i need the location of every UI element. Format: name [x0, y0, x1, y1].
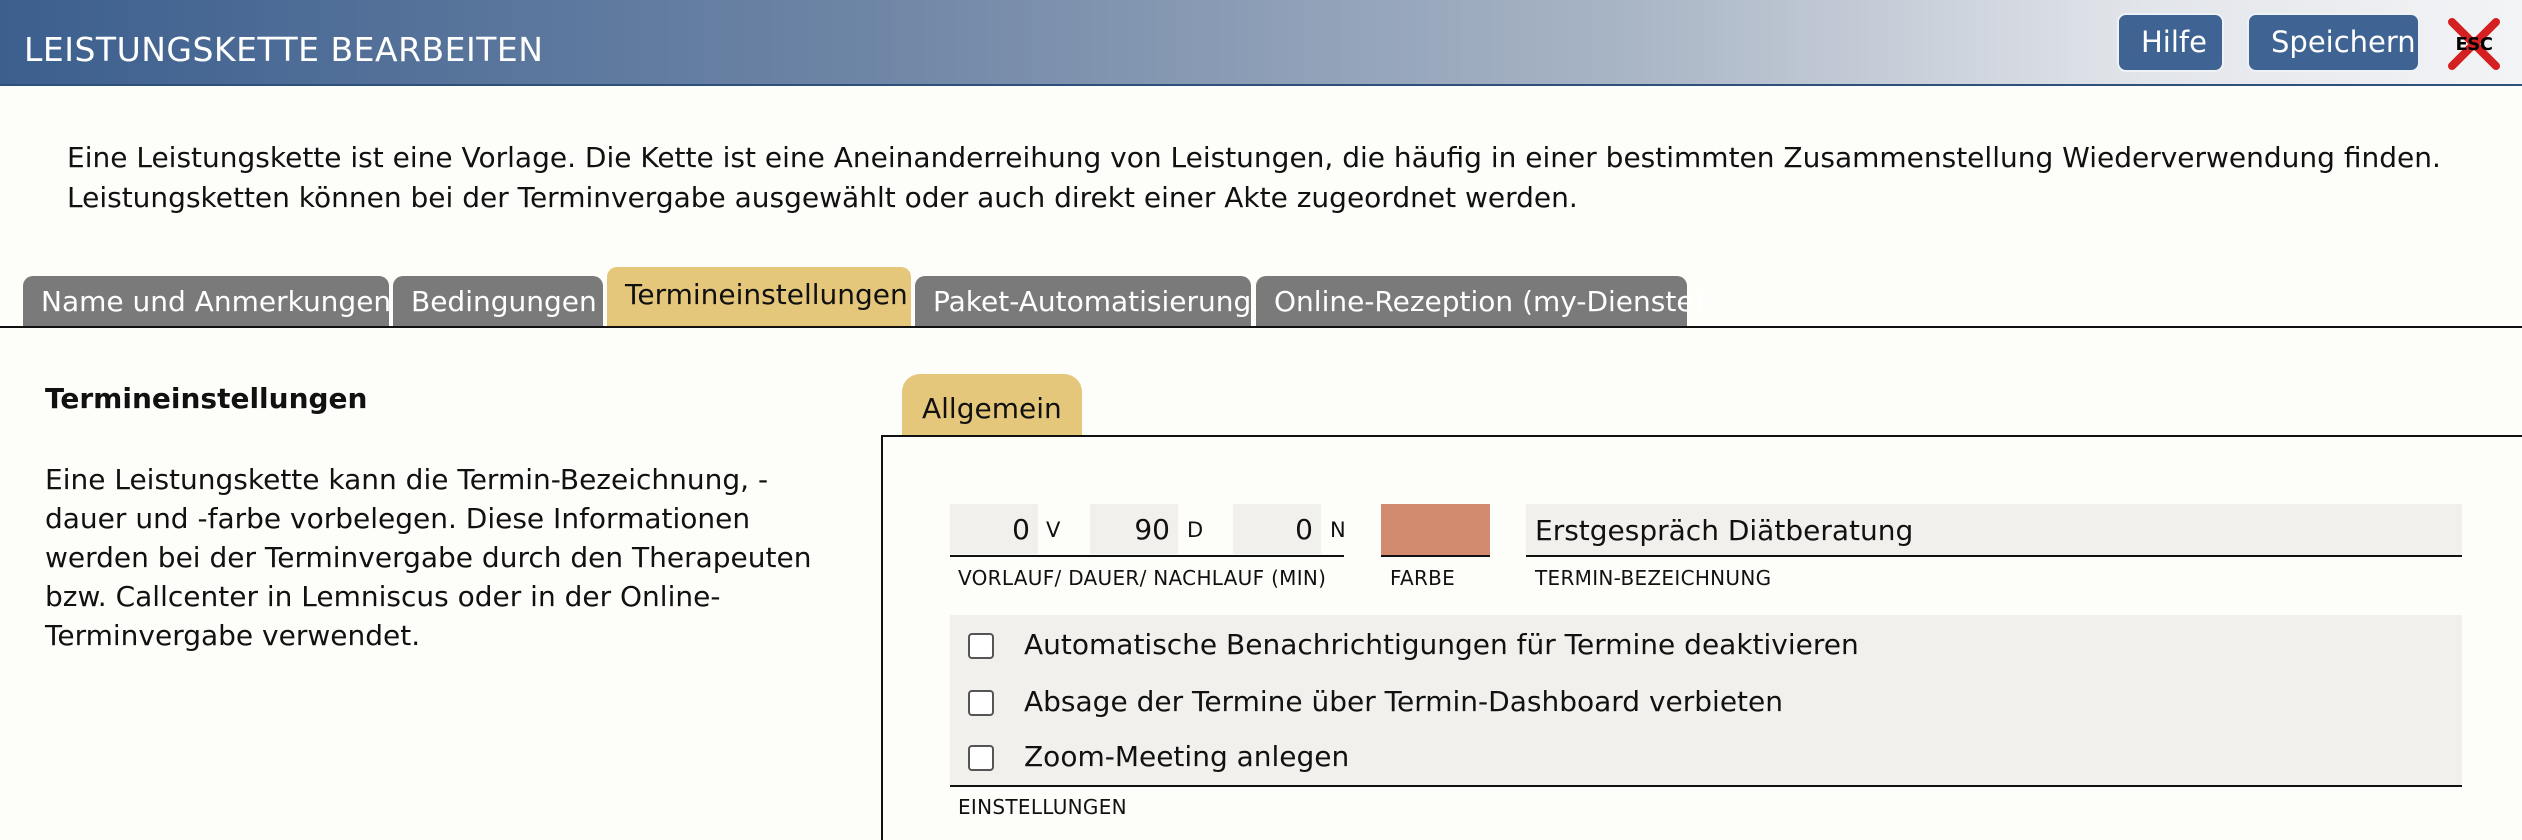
section-description: Eine Leistungskette kann die Termin-Beze… — [45, 463, 812, 652]
dauer-input[interactable]: 90 — [1090, 504, 1178, 554]
intro-text: Eine Leistungskette ist eine Vorlage. Di… — [67, 141, 2441, 214]
tab-termineinstellungen[interactable]: Termineinstellungen — [607, 267, 911, 327]
tabs-divider — [0, 326, 2522, 328]
settings-list: Automatische Benachrichtigungen für Term… — [950, 615, 2462, 785]
nachlauf-unit: N — [1330, 518, 1346, 542]
checkbox[interactable] — [968, 633, 994, 659]
timing-caption: VORLAUF/ DAUER/ NACHLAUF (MIN) — [958, 566, 1327, 590]
checkbox[interactable] — [968, 690, 994, 716]
termin-bezeichnung-input[interactable]: Erstgespräch Diätberatung — [1526, 504, 2462, 555]
timing-underline — [950, 555, 1344, 557]
dauer-unit: D — [1187, 518, 1204, 542]
tab-paket-automatisierung[interactable]: Paket-Automatisierung — [915, 276, 1251, 327]
setting-label: Automatische Benachrichtigungen für Term… — [1024, 628, 1859, 661]
help-button[interactable]: Hilfe — [2117, 13, 2224, 72]
termin-underline — [1526, 555, 2462, 557]
vorlauf-unit: V — [1046, 518, 1061, 542]
setting-label: Absage der Termine über Termin-Dashboard… — [1024, 685, 1784, 718]
vorlauf-input[interactable]: 0 — [950, 504, 1038, 554]
section-heading: Termineinstellungen — [45, 382, 368, 415]
color-underline — [1381, 555, 1490, 557]
save-button[interactable]: Speichern — [2247, 13, 2420, 72]
page-title: LEISTUNGSKETTE BEARBEITEN — [24, 30, 544, 69]
checkbox[interactable] — [968, 745, 994, 771]
settings-underline — [950, 785, 2462, 787]
tab-name-und-anmerkungen[interactable]: Name und Anmerkungen — [23, 276, 391, 327]
termin-caption: TERMIN-BEZEICHNUNG — [1535, 566, 1772, 590]
title-bar: LEISTUNGSKETTE BEARBEITEN Hilfe Speicher… — [0, 0, 2522, 86]
setting-label: Zoom-Meeting anlegen — [1024, 740, 1350, 773]
subtab-allgemein[interactable]: Allgemein — [902, 374, 1082, 436]
nachlauf-input[interactable]: 0 — [1233, 504, 1321, 554]
esc-label: ESC — [2455, 34, 2493, 55]
tab-bedingungen[interactable]: Bedingungen — [393, 276, 603, 327]
settings-caption: EINSTELLUNGEN — [958, 795, 1127, 819]
esc-close-button[interactable]: ESC — [2446, 16, 2502, 72]
color-caption: FARBE — [1390, 566, 1456, 590]
color-picker[interactable] — [1381, 504, 1490, 555]
tab-bar: Name und Anmerkungen Bedingungen Termine… — [0, 265, 2522, 327]
tab-online-rezeption[interactable]: Online-Rezeption (my-Dienste) — [1256, 276, 1705, 327]
